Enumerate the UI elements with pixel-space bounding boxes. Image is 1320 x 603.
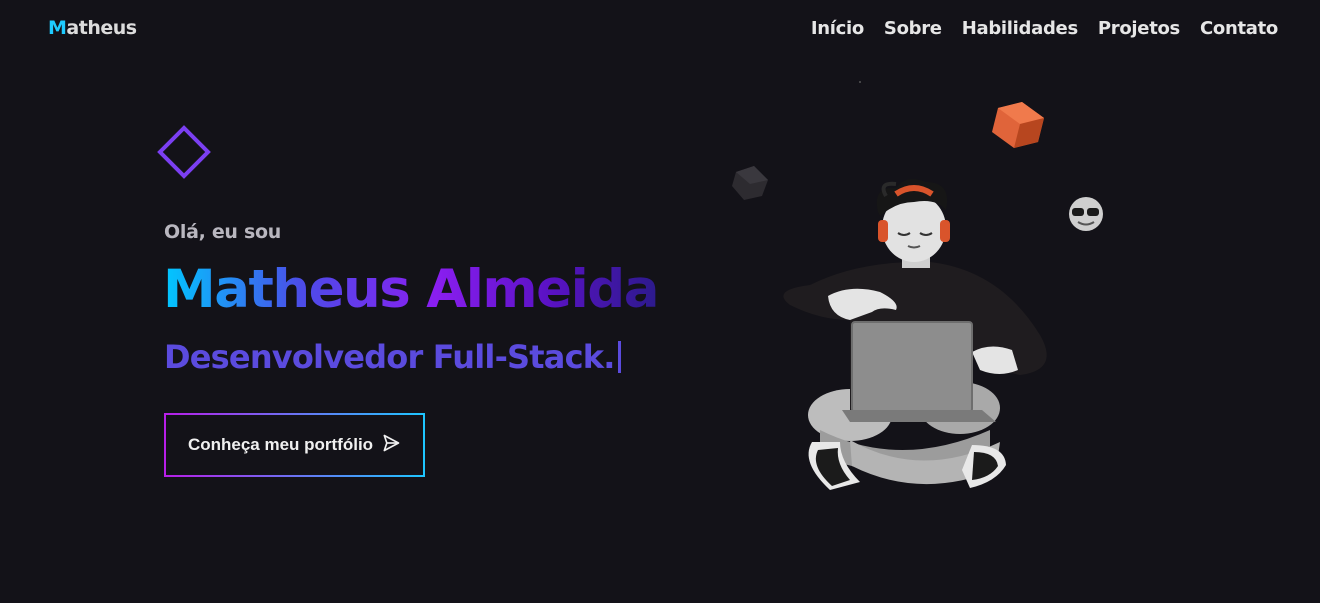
dark-cube bbox=[732, 166, 768, 200]
nav-link-projetos[interactable]: Projetos bbox=[1098, 18, 1180, 39]
portfolio-cta-button[interactable]: Conheça meu portfólio bbox=[164, 413, 425, 477]
cta-label: Conheça meu portfólio bbox=[187, 435, 374, 454]
character bbox=[783, 179, 1047, 490]
hero-name: Matheus Almeida bbox=[163, 255, 659, 325]
nav-link-sobre[interactable]: Sobre bbox=[884, 18, 942, 39]
sunglasses-emoji bbox=[1069, 197, 1103, 231]
hero-greeting: Olá, eu sou bbox=[164, 221, 281, 243]
nav-link-habilidades[interactable]: Habilidades bbox=[962, 18, 1078, 39]
paper-plane-icon bbox=[381, 433, 401, 458]
hero-role: Desenvolvedor Full-Stack. bbox=[164, 338, 615, 376]
nav-link-contato[interactable]: Contato bbox=[1200, 18, 1278, 39]
main-nav: Início Sobre Habilidades Projetos Contat… bbox=[811, 18, 1278, 39]
site-header: Matheus Início Sobre Habilidades Projeto… bbox=[0, 0, 1320, 56]
portfolio-page: Matheus Início Sobre Habilidades Projeto… bbox=[0, 0, 1320, 603]
logo-rest: atheus bbox=[66, 17, 137, 39]
logo-first-letter: M bbox=[48, 17, 67, 39]
typing-cursor bbox=[617, 341, 621, 373]
developer-3d-illustration bbox=[732, 81, 1103, 490]
nav-link-inicio[interactable]: Início bbox=[811, 18, 864, 39]
orange-cube bbox=[992, 102, 1044, 148]
hero-role-line: Desenvolvedor Full-Stack. bbox=[164, 338, 621, 376]
diamond-outline-icon bbox=[157, 125, 211, 179]
site-logo[interactable]: Matheus bbox=[48, 17, 137, 39]
